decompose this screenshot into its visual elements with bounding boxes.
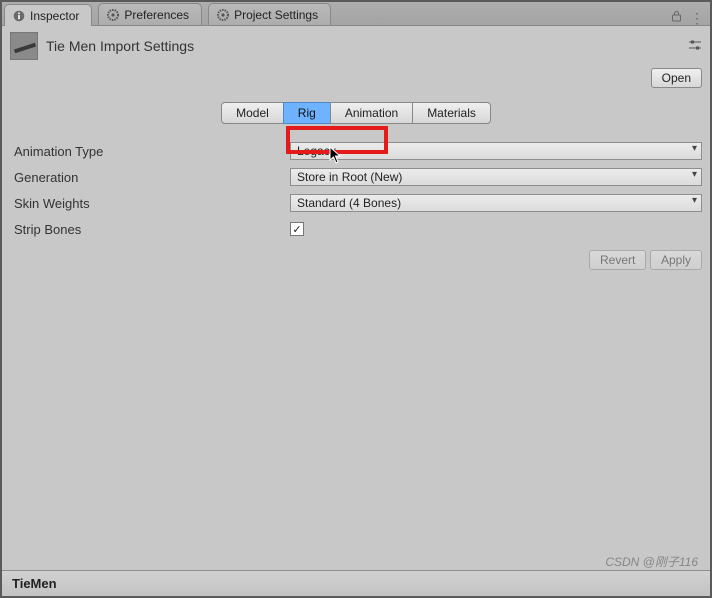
watermark: CSDN @刚子116 (605, 553, 698, 570)
gear-icon (217, 9, 229, 21)
revert-button[interactable]: Revert (589, 250, 646, 270)
tab-inspector-label: Inspector (30, 9, 79, 23)
checkbox-strip-bones[interactable]: ✓ (290, 222, 304, 236)
asset-header: Tie Men Import Settings (2, 26, 710, 66)
window-tabs: Inspector Preferences Project Settings ⋮ (2, 2, 710, 26)
info-icon (13, 10, 25, 22)
gear-icon (107, 9, 119, 21)
dropdown-generation[interactable]: Store in Root (New) (290, 168, 702, 186)
lock-icon[interactable] (671, 10, 682, 25)
dropdown-animation-type-value: Legacy (297, 144, 336, 158)
label-strip-bones: Strip Bones (14, 222, 290, 237)
tab-project-settings[interactable]: Project Settings (208, 3, 331, 25)
tab-materials[interactable]: Materials (412, 102, 491, 124)
sliders-icon[interactable] (688, 39, 702, 54)
tab-animation[interactable]: Animation (330, 102, 413, 124)
menu-icon[interactable]: ⋮ (690, 14, 704, 22)
tab-preferences-label: Preferences (124, 8, 189, 22)
apply-button[interactable]: Apply (650, 250, 702, 270)
footer-bar: TieMen (2, 570, 710, 596)
label-generation: Generation (14, 170, 290, 185)
dropdown-generation-value: Store in Root (New) (297, 170, 402, 184)
tab-inspector[interactable]: Inspector (4, 4, 92, 26)
label-animation-type: Animation Type (14, 144, 290, 159)
dropdown-skin-weights-value: Standard (4 Bones) (297, 196, 401, 210)
asset-title: Tie Men Import Settings (46, 38, 194, 54)
open-button[interactable]: Open (651, 68, 702, 88)
tab-preferences[interactable]: Preferences (98, 3, 202, 25)
dropdown-animation-type[interactable]: Legacy (290, 142, 702, 160)
rig-form: Animation Type Legacy Generation Store i… (2, 124, 710, 242)
label-skin-weights: Skin Weights (14, 196, 290, 211)
footer-asset-name: TieMen (12, 576, 57, 591)
dropdown-skin-weights[interactable]: Standard (4 Bones) (290, 194, 702, 212)
tab-model[interactable]: Model (221, 102, 284, 124)
asset-thumbnail (10, 32, 38, 60)
tab-project-label: Project Settings (234, 8, 318, 22)
check-icon: ✓ (292, 223, 301, 236)
import-category-tabs: Model Rig Animation Materials (2, 102, 710, 124)
tab-rig[interactable]: Rig (283, 102, 331, 124)
